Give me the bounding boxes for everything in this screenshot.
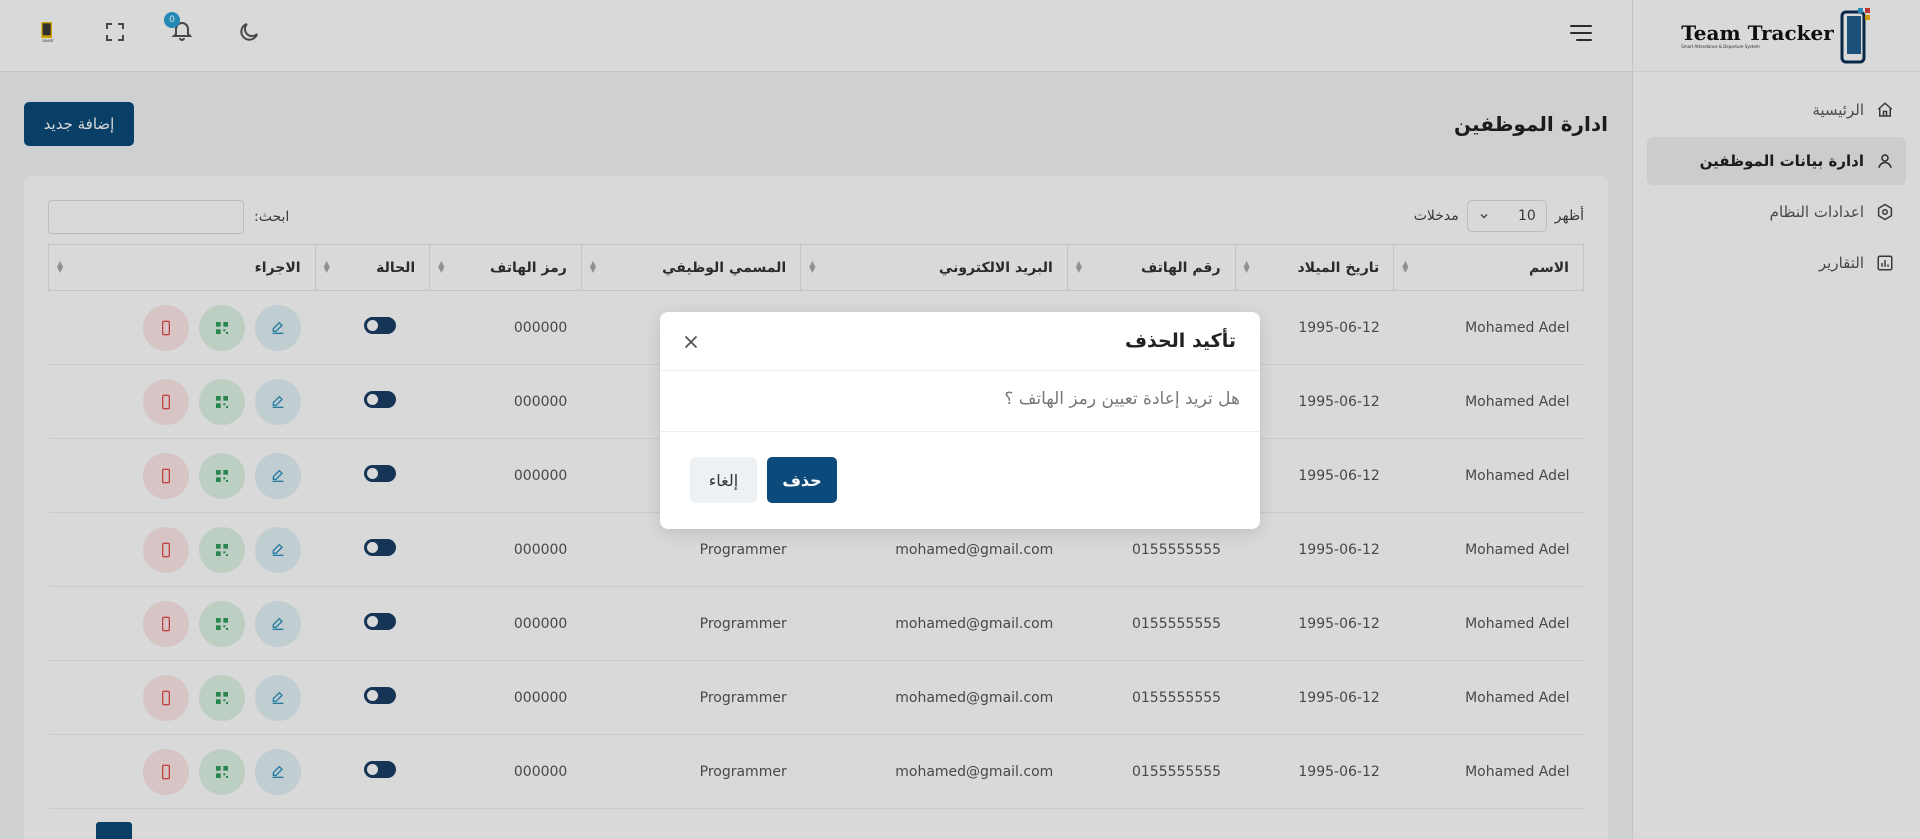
modal-message: هل تريد إعادة تعيين رمز الهاتف ؟ [1004, 389, 1240, 409]
cancel-button[interactable]: إلغاء [690, 457, 757, 503]
delete-button[interactable]: حذف [767, 457, 837, 503]
modal-footer: حذف إلغاء [660, 432, 1260, 529]
close-icon[interactable] [680, 331, 702, 353]
confirm-delete-modal: تأكيد الحذف هل تريد إعادة تعيين رمز الها… [660, 312, 1260, 529]
modal-body: هل تريد إعادة تعيين رمز الهاتف ؟ [660, 371, 1260, 432]
modal-header: تأكيد الحذف [660, 312, 1260, 371]
modal-title: تأكيد الحذف [1124, 330, 1236, 352]
